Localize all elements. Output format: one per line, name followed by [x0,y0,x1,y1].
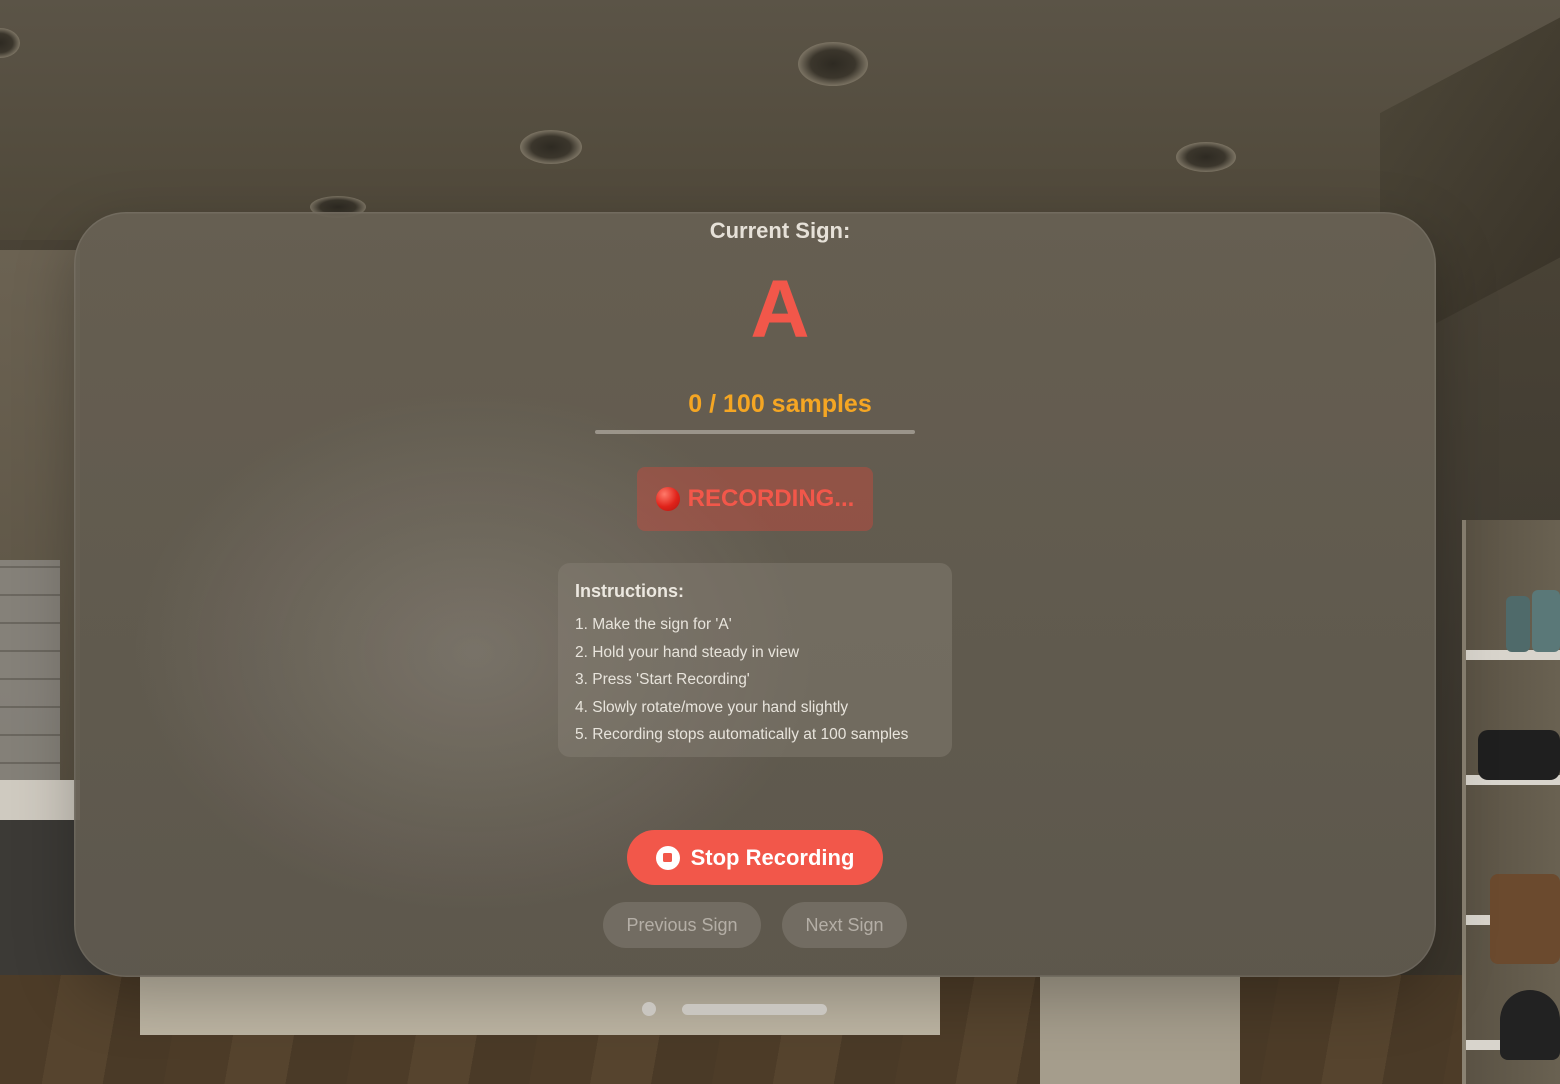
instruction-step: 5. Recording stops automatically at 100 … [575,726,909,744]
jar [1506,596,1530,652]
instructions-panel: Instructions: 1. Make the sign for 'A' 2… [558,563,952,757]
sample-progress-bar [595,430,915,434]
ceiling-light [520,130,582,164]
recording-status-badge: RECORDING... [637,467,873,531]
instruction-step: 4. Slowly rotate/move your hand slightly [575,698,849,716]
wall-tiles [0,560,60,790]
door [1040,975,1240,1084]
red-circle-icon [655,487,680,511]
current-sign-label: Current Sign: [709,218,851,243]
recording-status-text: RECORDING... [687,485,855,512]
next-sign-button[interactable]: Next Sign [782,902,907,948]
ceiling-light [798,42,868,86]
instruction-step: 1. Make the sign for 'A' [575,616,732,633]
current-sign-letter: A [750,264,810,355]
instruction-step: 3. Press 'Start Recording' [575,671,750,689]
jar [1532,590,1560,652]
stop-recording-label: Stop Recording [690,844,855,870]
previous-sign-button[interactable]: Previous Sign [603,902,761,948]
instructions-title: Instructions: [575,581,685,601]
window-close-dot[interactable] [642,1002,656,1016]
stop-square [663,853,673,862]
counter [0,780,80,820]
bag [1478,730,1560,780]
instruction-step: 2. Hold your hand steady in view [575,643,800,661]
stop-recording-button[interactable]: Stop Recording [627,830,883,885]
ceiling-light [1176,142,1236,172]
kettle [1500,990,1560,1060]
stop-circle-icon [655,845,680,870]
window-grabber-bar[interactable] [682,1004,827,1015]
sample-counter: 0 / 100 samples [688,390,872,418]
ceiling [0,0,1560,240]
basket [1490,874,1560,964]
